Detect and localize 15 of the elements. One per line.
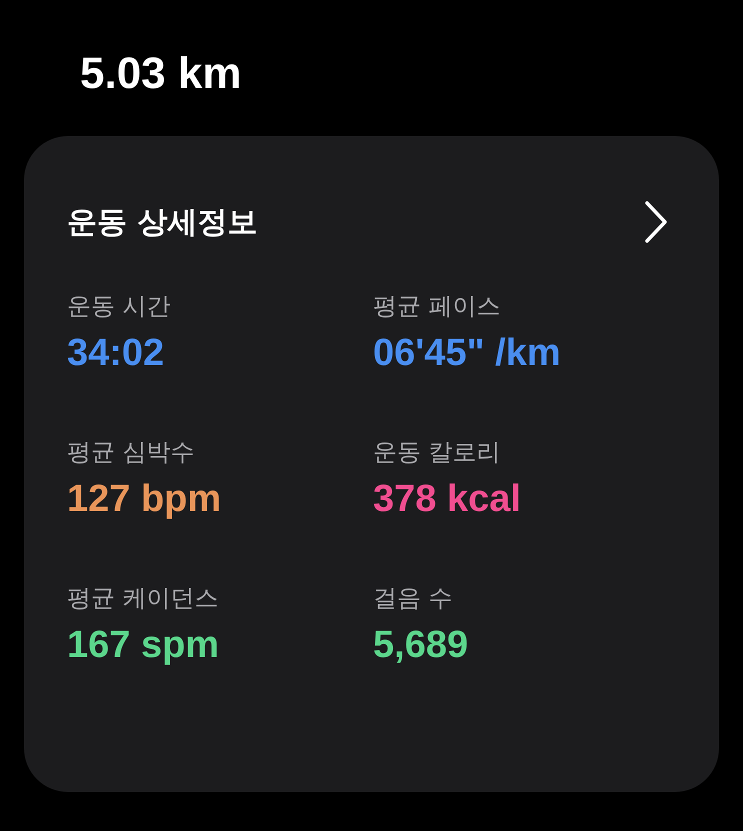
distance-heading: 5.03 km xyxy=(80,48,242,100)
stat-label: 평균 케이던스 xyxy=(67,583,220,614)
stat-label: 운동 칼로리 xyxy=(373,437,502,468)
stat-label: 평균 심박수 xyxy=(67,437,196,468)
stat-value: 378 kcal xyxy=(373,477,522,522)
stat-label: 걸음 수 xyxy=(373,583,454,614)
stat-value: 167 spm xyxy=(67,623,220,668)
stat-value: 5,689 xyxy=(373,623,470,668)
stat-value: 06'45" /km xyxy=(373,331,562,376)
stat-label: 운동 시간 xyxy=(67,291,172,322)
card-title: 운동 상세정보 xyxy=(67,204,258,242)
chevron-right-icon[interactable] xyxy=(643,200,669,244)
stat-value: 34:02 xyxy=(67,331,166,376)
stat-label: 평균 페이스 xyxy=(373,291,502,322)
stat-value: 127 bpm xyxy=(67,477,222,522)
